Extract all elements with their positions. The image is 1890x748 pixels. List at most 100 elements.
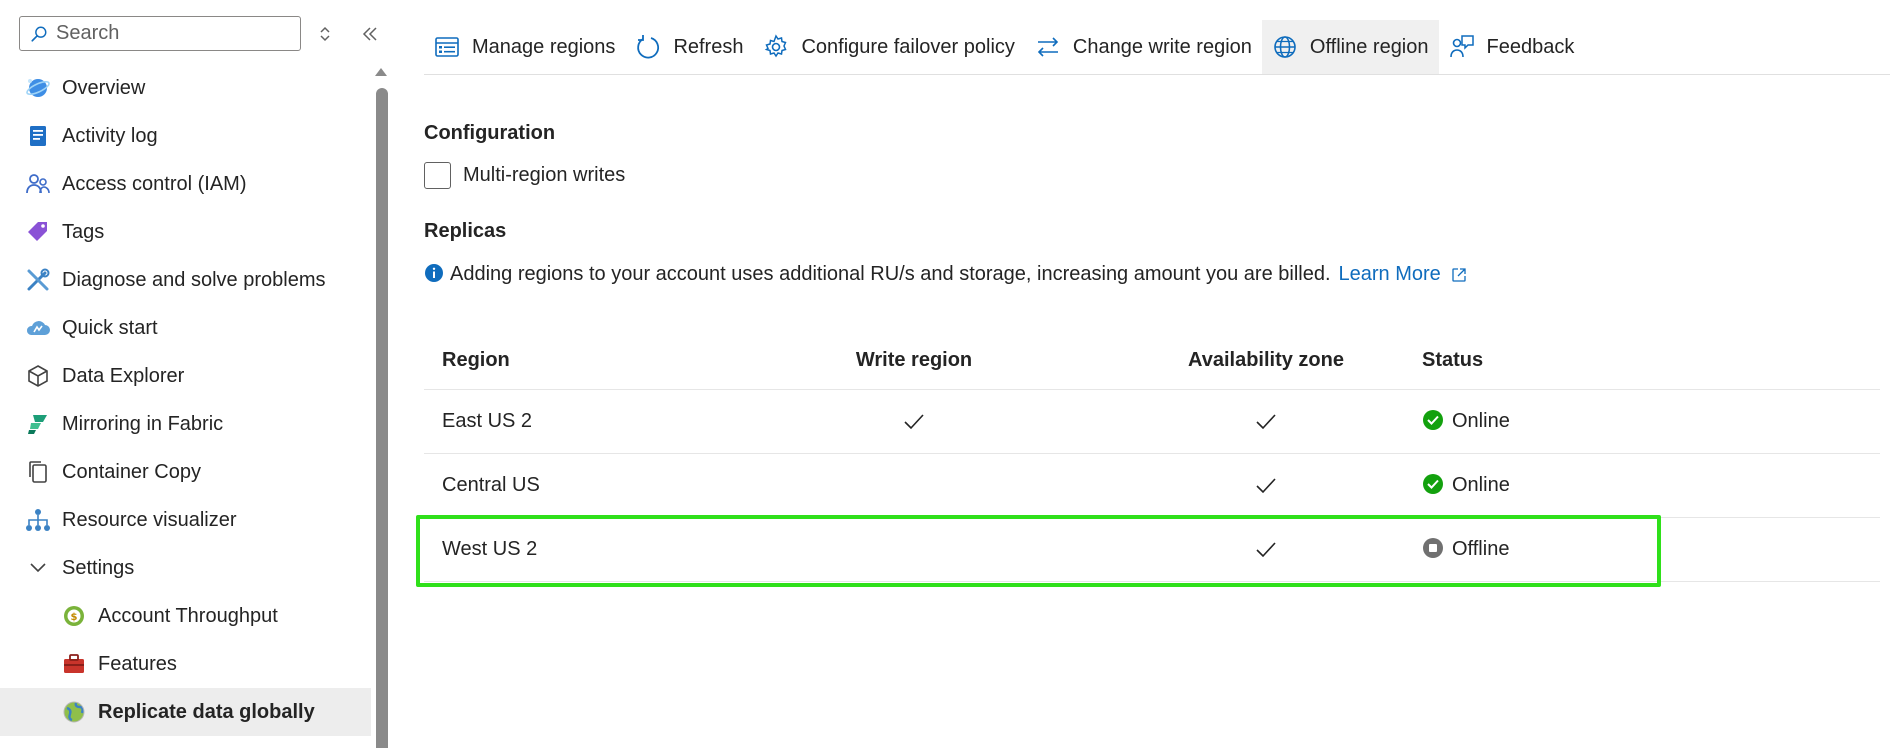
people-icon — [24, 170, 52, 198]
replicas-table: Region Write region Availability zone St… — [424, 332, 1880, 582]
offline-stop-circle-icon — [1423, 537, 1443, 558]
sidebar-nav: Overview Activity log Access control (IA… — [0, 64, 371, 736]
table-row[interactable]: Central US Online — [424, 454, 1880, 518]
success-check-circle-icon — [1423, 473, 1443, 494]
scroll-up-arrow-icon[interactable] — [375, 68, 387, 76]
sidebar-item-access-control[interactable]: Access control (IAM) — [0, 160, 371, 208]
configure-failover-label: Configure failover policy — [801, 35, 1015, 58]
status-text: Offline — [1452, 538, 1510, 560]
manage-regions-button[interactable]: Manage regions — [424, 20, 625, 74]
cosmos-db-icon — [24, 74, 52, 102]
toolbox-icon — [60, 650, 88, 678]
checkmark-icon — [1256, 413, 1276, 429]
learn-more-label: Learn More — [1338, 263, 1441, 285]
table-header: Region Write region Availability zone St… — [424, 332, 1880, 390]
info-icon — [425, 263, 443, 282]
tag-icon — [24, 218, 52, 246]
sidebar-item-label: Settings — [62, 556, 135, 579]
cloud-icon — [24, 314, 52, 342]
success-check-circle-icon — [1423, 409, 1443, 430]
sidebar-item-replicate-globally[interactable]: Replicate data globally — [0, 688, 371, 736]
sidebar-item-label: Replicate data globally — [98, 700, 315, 723]
scrollbar-thumb[interactable] — [376, 88, 388, 748]
column-header-availability-zone: Availability zone — [1188, 349, 1344, 371]
billing-info-text: Adding regions to your account uses addi… — [450, 263, 1331, 285]
sidebar-item-label: Quick start — [62, 316, 158, 339]
command-bar: Manage regions Refresh Configure failove… — [424, 20, 1584, 74]
feedback-person-icon — [1449, 35, 1474, 58]
sidebar-item-label: Access control (IAM) — [62, 172, 247, 195]
throughput-icon: $ — [60, 602, 88, 630]
sidebar-item-label: Overview — [62, 76, 146, 99]
hierarchy-icon — [24, 506, 52, 534]
availability-zone-cell — [1146, 410, 1386, 434]
sidebar-item-label: Activity log — [62, 124, 158, 147]
status-cell: Online — [1386, 409, 1510, 433]
status-text: Online — [1452, 410, 1510, 432]
feedback-button[interactable]: Feedback — [1439, 20, 1585, 74]
cube-icon — [24, 362, 52, 390]
open-external-icon — [1452, 267, 1466, 282]
status-cell: Offline — [1386, 537, 1510, 561]
sidebar-item-data-explorer[interactable]: Data Explorer — [0, 352, 371, 400]
collapse-sidebar-button[interactable] — [358, 22, 382, 46]
sidebar-item-label: Features — [98, 652, 177, 675]
region-cell: East US 2 — [442, 410, 533, 432]
sidebar-item-label: Mirroring in Fabric — [62, 412, 224, 435]
status-text: Online — [1452, 474, 1510, 496]
list-detail-icon — [435, 37, 459, 57]
sidebar-item-mirroring-fabric[interactable]: Mirroring in Fabric — [0, 400, 371, 448]
sidebar-item-label: Diagnose and solve problems — [62, 268, 326, 291]
configuration-heading: Configuration — [424, 122, 556, 144]
sidebar-item-label: Data Explorer — [62, 364, 185, 387]
search-box[interactable] — [19, 16, 301, 51]
sidebar-item-diagnose[interactable]: Diagnose and solve problems — [0, 256, 371, 304]
globe-icon — [60, 698, 88, 726]
copy-icon — [24, 458, 52, 486]
manage-regions-label: Manage regions — [472, 35, 616, 58]
sort-toggle-button[interactable] — [316, 22, 334, 46]
sidebar-item-features[interactable]: Features — [0, 640, 371, 688]
sidebar-item-container-copy[interactable]: Container Copy — [0, 448, 371, 496]
availability-zone-cell — [1146, 474, 1386, 498]
replicas-heading: Replicas — [424, 220, 507, 242]
multi-region-writes-checkbox[interactable] — [424, 162, 451, 189]
main-content: Manage regions Refresh Configure failove… — [416, 0, 1890, 748]
refresh-label: Refresh — [673, 35, 744, 58]
sidebar-item-overview[interactable]: Overview — [0, 64, 371, 112]
offline-region-button[interactable]: Offline region — [1261, 20, 1439, 74]
search-input[interactable] — [56, 22, 296, 45]
learn-more-link[interactable]: Learn More — [1339, 263, 1467, 286]
configure-failover-button[interactable]: Configure failover policy — [753, 20, 1024, 74]
sidebar-item-tags[interactable]: Tags — [0, 208, 371, 256]
sidebar-item-account-throughput[interactable]: $ Account Throughput — [0, 592, 371, 640]
checkmark-icon — [904, 413, 924, 429]
table-row[interactable]: East US 2 Online — [424, 390, 1880, 454]
refresh-button[interactable]: Refresh — [625, 20, 753, 74]
region-cell: Central US — [442, 474, 540, 496]
change-write-region-button[interactable]: Change write region — [1025, 20, 1262, 74]
offline-region-label: Offline region — [1309, 35, 1429, 58]
checkmark-icon — [1256, 477, 1276, 493]
sidebar-group-settings[interactable]: Settings — [0, 544, 371, 592]
chevron-up-down-icon — [320, 26, 330, 42]
sidebar-item-activity-log[interactable]: Activity log — [0, 112, 371, 160]
sidebar-item-quick-start[interactable]: Quick start — [0, 304, 371, 352]
fabric-icon — [24, 410, 52, 438]
status-cell: Online — [1386, 473, 1510, 497]
wrench-icon — [24, 266, 52, 294]
multi-region-writes-label: Multi-region writes — [463, 164, 626, 186]
sidebar-item-label: Tags — [62, 220, 105, 243]
region-cell: West US 2 — [442, 538, 538, 560]
svg-text:$: $ — [71, 612, 78, 623]
sidebar-item-resource-visualizer[interactable]: Resource visualizer — [0, 496, 371, 544]
arrows-swap-icon — [1037, 37, 1059, 57]
multi-region-writes-option[interactable]: Multi-region writes — [424, 162, 625, 189]
column-header-status: Status — [1422, 349, 1484, 371]
chevron-down-icon — [24, 554, 52, 582]
gear-icon — [765, 34, 787, 58]
availability-zone-cell — [1146, 538, 1386, 562]
sidebar-scrollbar[interactable] — [371, 64, 389, 748]
table-row[interactable]: West US 2 Offline — [424, 518, 1880, 582]
globe-icon — [1274, 36, 1296, 58]
